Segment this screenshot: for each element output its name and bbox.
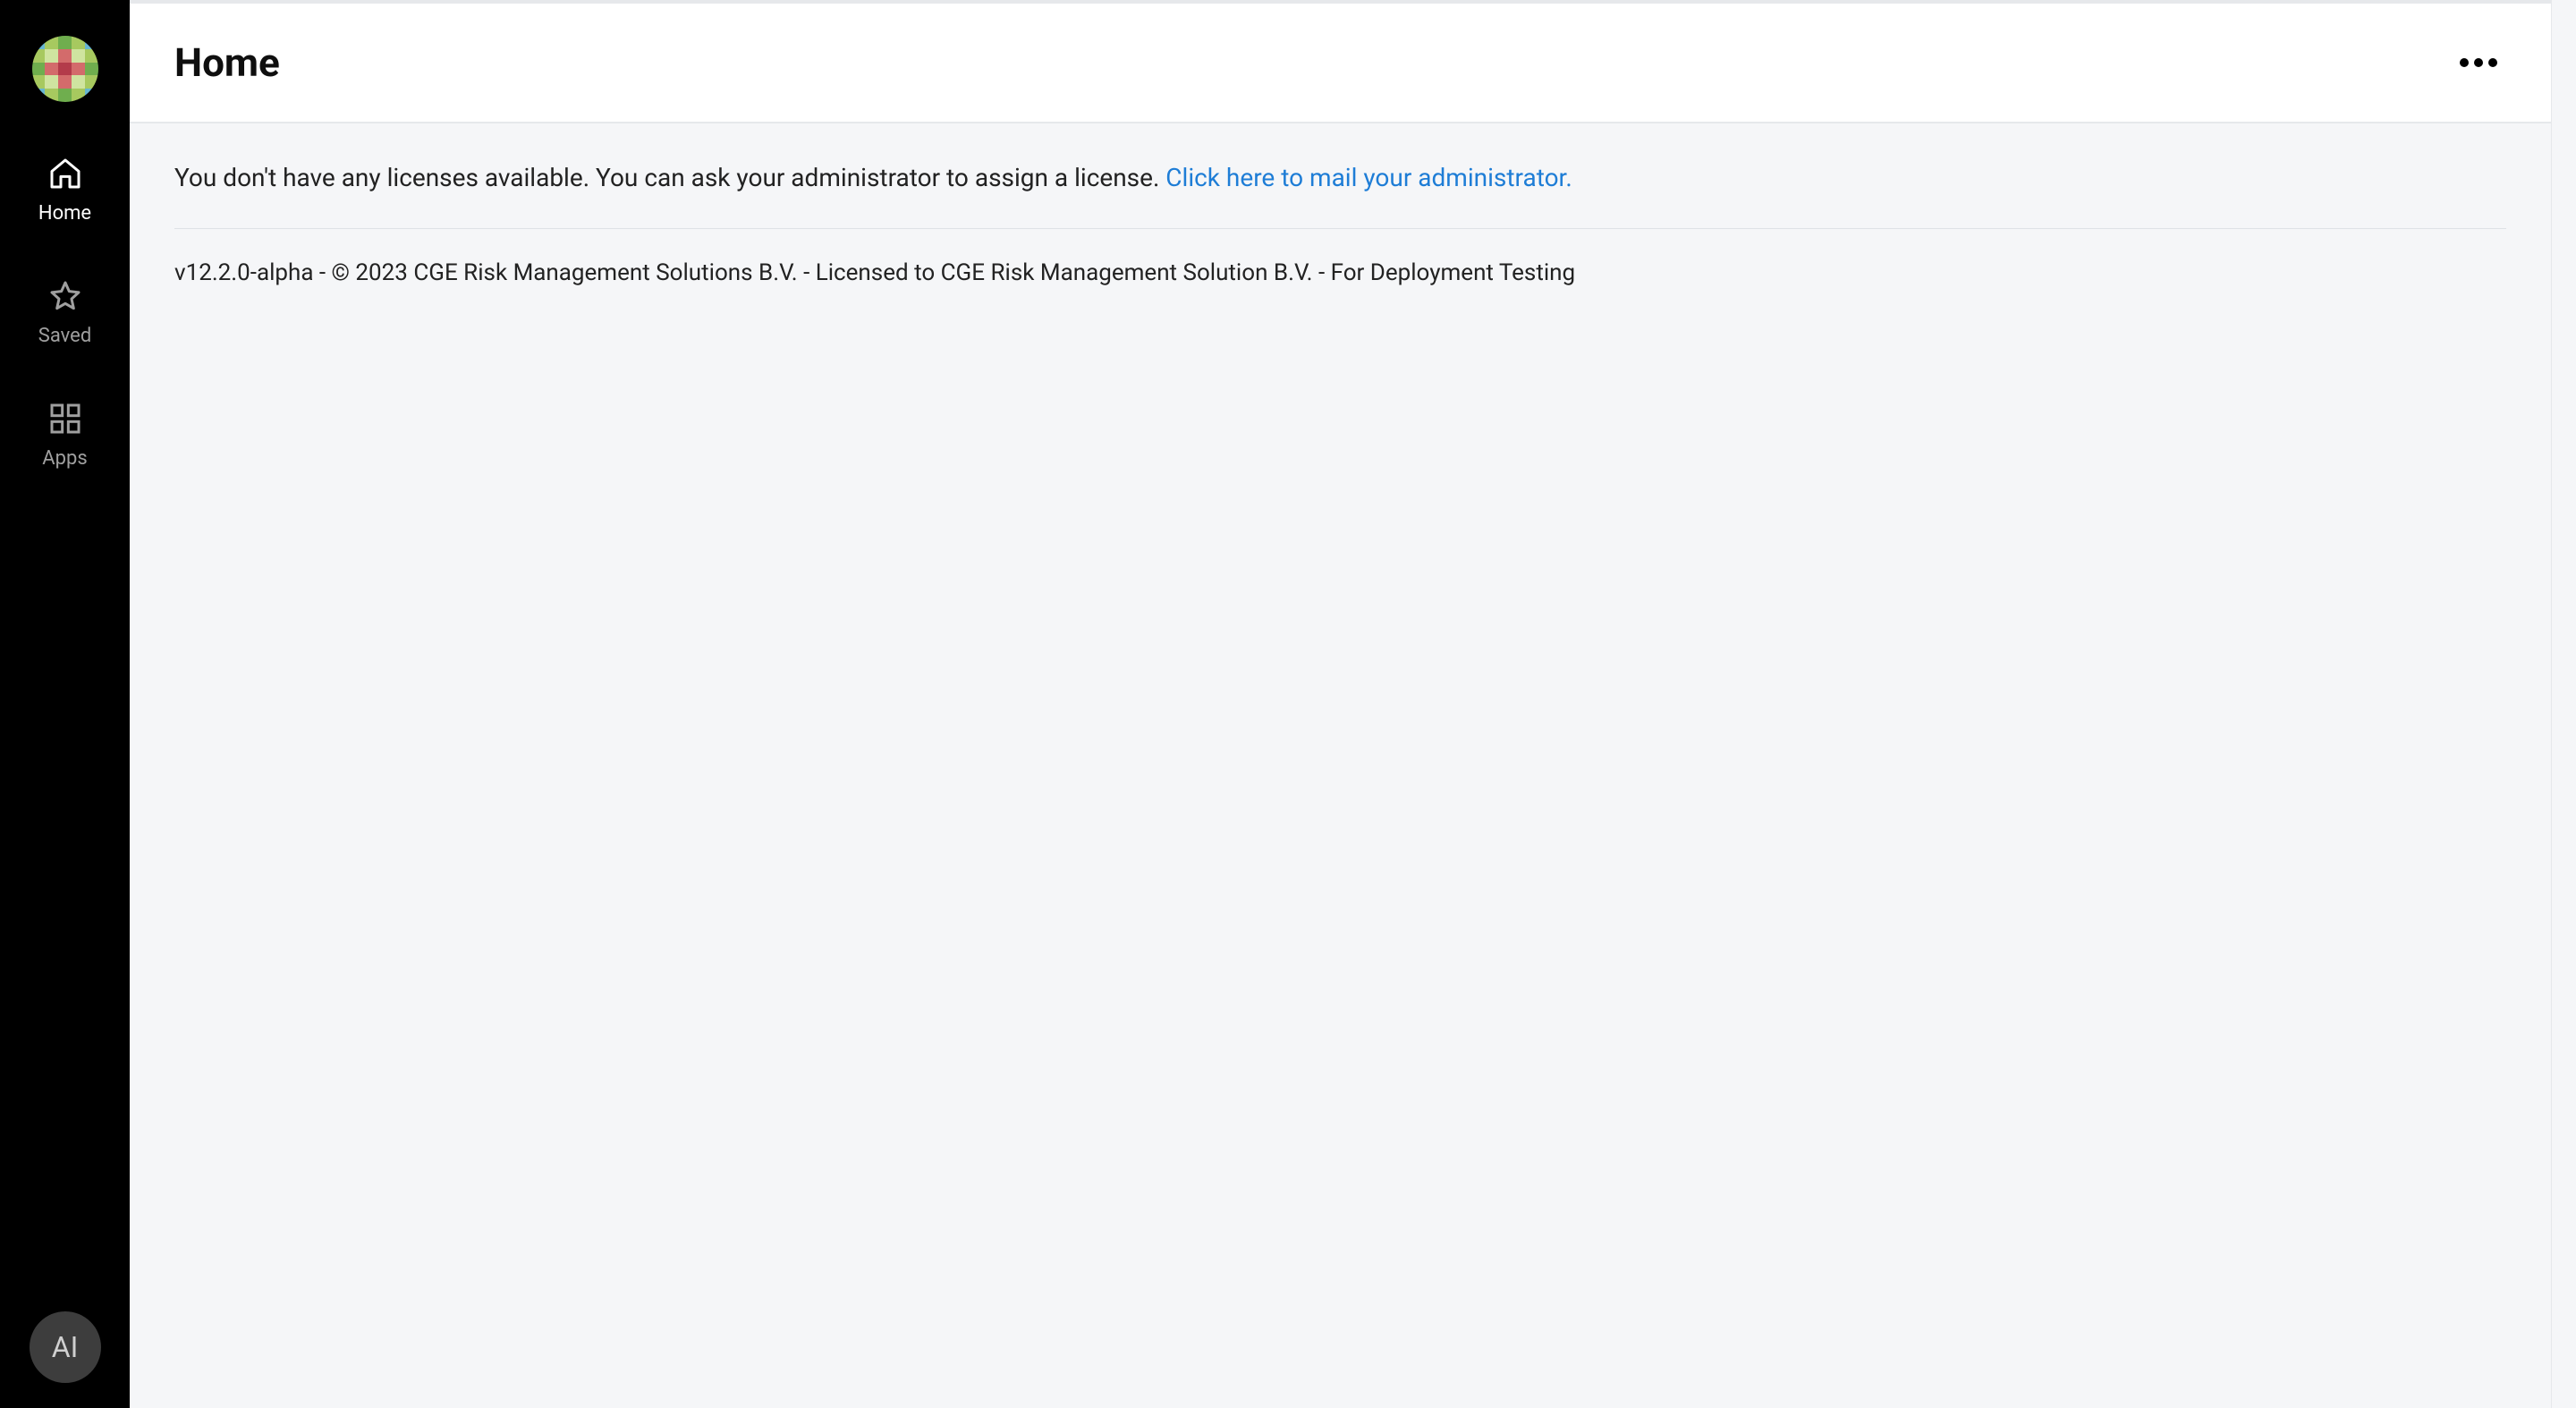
apps-icon xyxy=(47,401,83,440)
sidebar-item-home[interactable]: Home xyxy=(0,156,130,225)
app-logo-pattern xyxy=(32,36,98,102)
dots-icon xyxy=(2474,58,2483,67)
sidebar-item-label: Home xyxy=(38,202,91,225)
mail-admin-link[interactable]: Click here to mail your administrator. xyxy=(1165,163,1572,192)
page-title: Home xyxy=(174,39,280,86)
page-header: Home xyxy=(130,4,2551,123)
scrollbar-track[interactable] xyxy=(2551,0,2576,1408)
version-footer: v12.2.0-alpha - © 2023 CGE Risk Manageme… xyxy=(174,229,2506,286)
dots-icon xyxy=(2460,58,2469,67)
avatar-initials: AI xyxy=(52,1330,79,1364)
sidebar-item-apps[interactable]: Apps xyxy=(0,401,130,470)
more-options-button[interactable] xyxy=(2451,49,2506,76)
sidebar-item-saved[interactable]: Saved xyxy=(0,278,130,347)
sidebar-item-label: Saved xyxy=(38,325,91,347)
main-area: Home You don't have any licenses availab… xyxy=(130,0,2551,1408)
sidebar: Home Saved Apps AI xyxy=(0,0,130,1408)
sidebar-item-label: Apps xyxy=(42,447,87,470)
dots-icon xyxy=(2488,58,2497,67)
license-notice: You don't have any licenses available. Y… xyxy=(174,163,2506,229)
app-logo[interactable] xyxy=(32,36,98,102)
user-avatar[interactable]: AI xyxy=(30,1311,101,1383)
page-content: You don't have any licenses available. Y… xyxy=(130,123,2551,1408)
license-notice-text: You don't have any licenses available. Y… xyxy=(174,163,1165,192)
home-icon xyxy=(47,156,83,195)
star-icon xyxy=(47,278,83,318)
